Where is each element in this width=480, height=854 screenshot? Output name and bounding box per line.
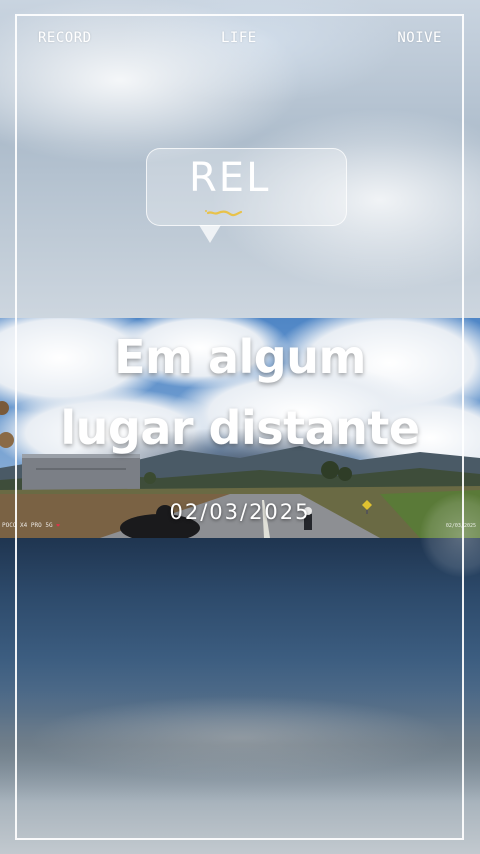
- header-label-life: LIFE: [221, 30, 257, 46]
- heart-icon: ❤: [56, 522, 60, 529]
- headline-line-2: lugar distante: [60, 401, 420, 455]
- story-canvas: RECORD LIFE NOIVE REL Em algum lugar dis…: [0, 0, 480, 854]
- header-label-noive: NOIVE: [397, 30, 442, 46]
- header-label-record: RECORD: [38, 30, 92, 46]
- speech-bubble-tail: [199, 225, 221, 243]
- date-label: 02/03/2025: [169, 500, 311, 524]
- headline-line-1: Em algum: [114, 330, 366, 384]
- bubble-text: REL: [189, 155, 271, 201]
- background-haze: [0, 690, 480, 800]
- camera-watermark: POCO X4 PRO 5G ❤: [2, 522, 60, 529]
- bubble-accent-scribble: [205, 210, 243, 217]
- camera-watermark-text: POCO X4 PRO 5G: [2, 522, 53, 529]
- camera-timestamp: 02/03/2025: [445, 523, 476, 529]
